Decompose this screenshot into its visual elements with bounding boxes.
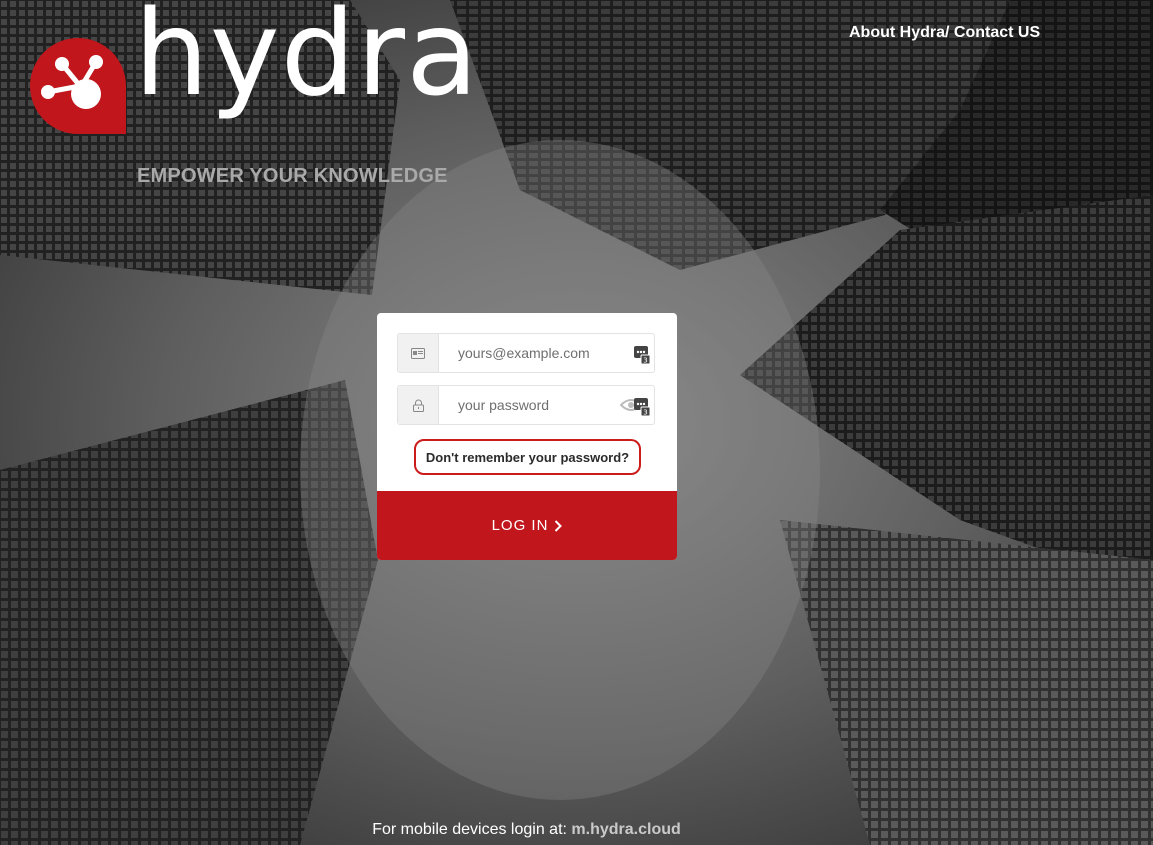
mobile-login-footer: For mobile devices login at: m.hydra.clo… bbox=[0, 821, 1053, 839]
top-nav: About Hydra/ Contact US bbox=[849, 24, 1040, 42]
password-field: 3 bbox=[397, 385, 655, 425]
login-card: 3 3 bbox=[377, 313, 677, 560]
password-input[interactable] bbox=[439, 386, 614, 424]
mobile-login-link[interactable]: m.hydra.cloud bbox=[571, 821, 680, 838]
mobile-login-text: For mobile devices login at: bbox=[372, 821, 567, 838]
about-hydra-link[interactable]: About Hydra/ bbox=[849, 24, 949, 41]
lock-icon bbox=[398, 386, 439, 424]
password-manager-icon[interactable]: 3 bbox=[634, 396, 650, 416]
hydra-network-icon bbox=[30, 38, 126, 134]
svg-text:3: 3 bbox=[643, 409, 647, 417]
svg-text:3: 3 bbox=[643, 357, 647, 365]
password-manager-icon[interactable]: 3 bbox=[634, 344, 650, 364]
login-button[interactable]: LOG IN bbox=[377, 491, 677, 560]
id-card-icon bbox=[398, 334, 439, 372]
brand-tagline: EMPOWER YOUR KNOWLEDGE bbox=[137, 165, 448, 187]
email-field: 3 bbox=[397, 333, 655, 373]
email-input[interactable] bbox=[439, 334, 614, 372]
forgot-password-link[interactable]: Don't remember your password? bbox=[414, 439, 641, 475]
contact-us-link[interactable]: Contact US bbox=[949, 24, 1040, 41]
brand-name: hydra bbox=[134, 0, 480, 122]
login-button-label: LOG IN bbox=[491, 517, 549, 534]
login-page: hydra EMPOWER YOUR KNOWLEDGE About Hydra… bbox=[0, 0, 1153, 845]
chevron-right-icon bbox=[555, 519, 563, 532]
